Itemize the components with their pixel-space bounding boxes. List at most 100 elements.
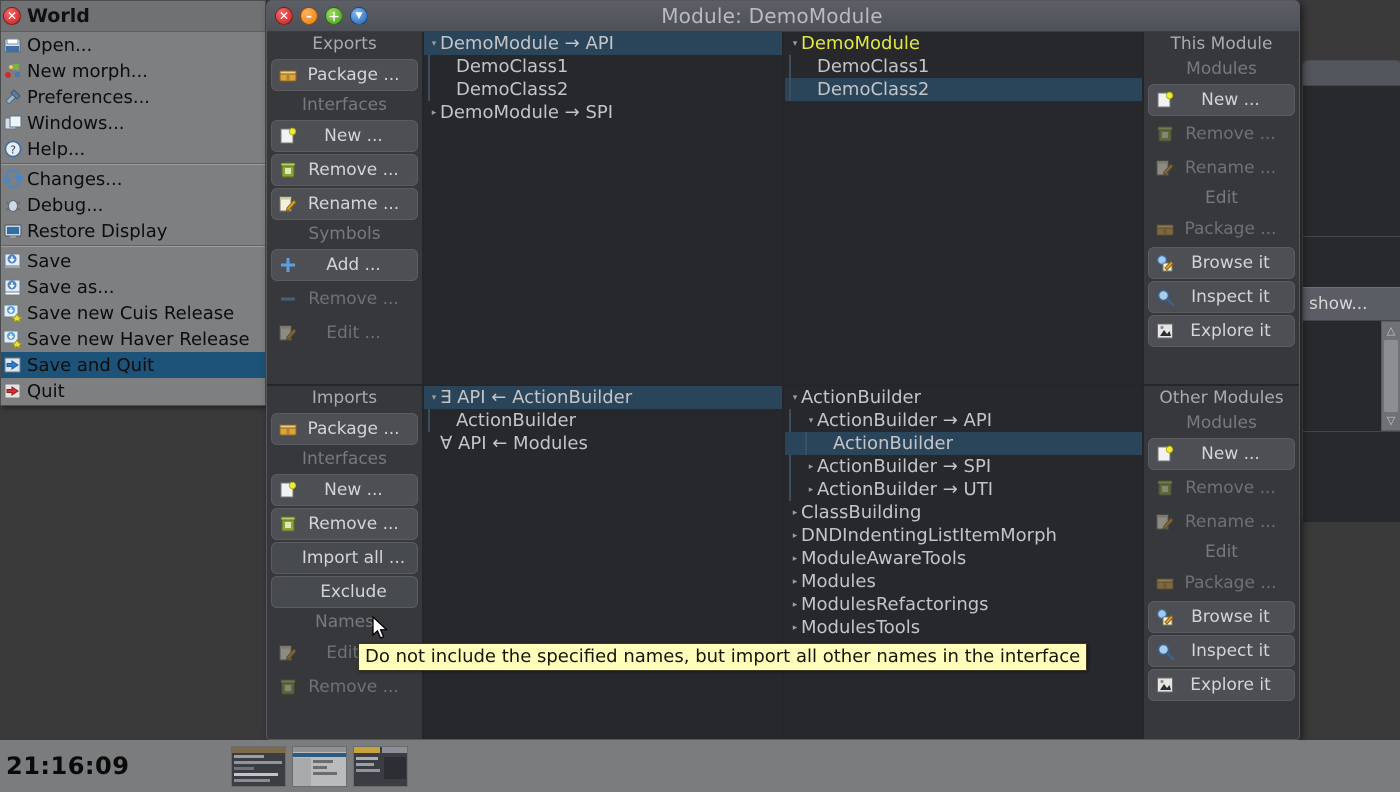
world-menu-item[interactable]: Open... <box>1 32 265 58</box>
chevron-right-icon[interactable]: ▸ <box>805 485 817 495</box>
module-window-titlebar[interactable]: ✕ – ＋ ▼ Module: DemoModule <box>267 1 1299 32</box>
remove-button: Remove ... <box>271 283 418 315</box>
add-button[interactable]: Add ... <box>271 249 418 281</box>
inspect-it-button[interactable]: Inspect it <box>1148 281 1295 313</box>
scroll-down-arrow[interactable]: ▽ <box>1382 412 1400 430</box>
tree-item[interactable]: ▸ ActionBuilder → UTI <box>785 478 1142 501</box>
tree-item-label: ModulesRefactorings <box>801 594 989 615</box>
tree-item[interactable]: DemoClass2 <box>785 78 1142 101</box>
explore-it-button[interactable]: Explore it <box>1148 669 1295 701</box>
world-menu-item[interactable]: Windows... <box>1 110 265 136</box>
new-button[interactable]: New ... <box>1148 84 1295 116</box>
rename-button[interactable]: Rename ... <box>271 188 418 220</box>
chevron-right-icon[interactable]: ▸ <box>789 577 801 587</box>
exports-tree[interactable]: ▾ DemoModule → API DemoClass1 DemoClass2 ▸ De… <box>424 32 782 384</box>
expand-icon[interactable]: ＋ <box>325 7 343 25</box>
remove-button[interactable]: Remove ... <box>271 508 418 540</box>
world-menu-title-row: ✕ World <box>1 1 265 32</box>
world-menu-item[interactable]: Save as... <box>1 274 265 300</box>
world-menu-item[interactable]: Debug... <box>1 192 265 218</box>
menu-icon[interactable]: ▼ <box>350 7 368 25</box>
chevron-down-icon[interactable]: ▾ <box>805 416 817 426</box>
tree-item[interactable]: ▾ DemoModule <box>785 32 1142 55</box>
tree-item[interactable]: ▸ ModulesRefactorings <box>785 593 1142 616</box>
background-window[interactable]: show... △ ▽ <box>1302 60 1400 522</box>
tree-item[interactable]: ▸ DNDIndentingListItemMorph <box>785 524 1142 547</box>
other-modules-tree[interactable]: ▾ ActionBuilder ▾ ActionBuilder → API Action… <box>785 386 1142 739</box>
new-button[interactable]: New ... <box>271 120 418 152</box>
world-menu-item[interactable]: New morph... <box>1 58 265 84</box>
browse-it-button[interactable]: Browse it <box>1148 247 1295 279</box>
tree-item[interactable]: ▾ DemoModule → API <box>424 32 782 55</box>
button-label: Rename ... <box>1184 512 1277 532</box>
package-button[interactable]: Package ... <box>271 59 418 91</box>
inspect-it-button[interactable]: Inspect it <box>1148 635 1295 667</box>
new-button[interactable]: New ... <box>1148 438 1295 470</box>
trash-icon <box>1157 126 1173 142</box>
world-menu-item[interactable]: Save and Quit <box>1 352 265 378</box>
chevron-down-icon[interactable]: ▾ <box>428 39 440 49</box>
exclude-button[interactable]: Exclude <box>271 576 418 608</box>
tree-item[interactable]: DemoClass2 <box>424 78 782 101</box>
close-icon[interactable]: ✕ <box>3 7 21 25</box>
chevron-right-icon[interactable]: ▸ <box>789 600 801 610</box>
chevron-right-icon[interactable]: ▸ <box>428 108 440 118</box>
tree-item[interactable]: ▾ ActionBuilder → API <box>785 409 1142 432</box>
tree-guide <box>789 478 791 501</box>
tree-item[interactable]: ▸ ModulesTools <box>785 616 1142 639</box>
chevron-down-icon[interactable]: ▾ <box>789 39 801 49</box>
tree-item[interactable]: ▸ ClassBuilding <box>785 501 1142 524</box>
this-module-tree[interactable]: ▾ DemoModule DemoClass1 DemoClass2 <box>785 32 1142 384</box>
chevron-down-icon[interactable]: ▾ <box>789 393 801 403</box>
tree-item[interactable]: ▸ ActionBuilder → SPI <box>785 455 1142 478</box>
remove-button[interactable]: Remove ... <box>271 154 418 186</box>
world-menu-item[interactable]: ? Help... <box>1 136 265 162</box>
tree-item[interactable]: DemoClass1 <box>785 55 1142 78</box>
world-menu-item[interactable]: Quit <box>1 378 265 404</box>
import-all-button[interactable]: Import all ... <box>271 542 418 574</box>
world-menu-item[interactable]: Preferences... <box>1 84 265 110</box>
taskbar-thumbnail-1[interactable] <box>231 745 287 787</box>
background-window-titlebar[interactable] <box>1303 61 1400 85</box>
chevron-down-icon[interactable]: ▾ <box>428 393 440 403</box>
world-menu-item[interactable]: Changes... <box>1 166 265 192</box>
taskbar-thumbnail-3[interactable] <box>353 745 409 787</box>
tree-item[interactable]: ▸ ModuleAwareTools <box>785 547 1142 570</box>
this-module-button-column: This Module Modules New ... Remove ... Renam… <box>1144 32 1299 384</box>
explore-it-button[interactable]: Explore it <box>1148 315 1295 347</box>
imports-tree[interactable]: ▾ ∃ API ← ActionBuilder ActionBuilder ∀ API… <box>424 386 782 739</box>
scroll-up-arrow[interactable]: △ <box>1382 322 1400 340</box>
chevron-right-icon[interactable]: ▸ <box>789 531 801 541</box>
browse-it-button[interactable]: Browse it <box>1148 601 1295 633</box>
collapse-icon[interactable]: – <box>300 7 318 25</box>
tree-item[interactable]: ▾ ∃ API ← ActionBuilder <box>424 386 782 409</box>
world-menu-item[interactable]: Save new Haver Release <box>1 326 265 352</box>
chevron-right-icon[interactable]: ▸ <box>789 623 801 633</box>
tree-item[interactable]: ActionBuilder <box>785 432 1142 455</box>
vertical-scrollbar[interactable]: △ ▽ <box>1381 321 1400 431</box>
tree-item[interactable]: ∀ API ← Modules <box>424 432 782 455</box>
tree-item[interactable]: ▸ Modules <box>785 570 1142 593</box>
module-window[interactable]: ✕ – ＋ ▼ Module: DemoModule Exports Packag… <box>266 0 1300 740</box>
button-label: Import all ... <box>301 548 406 568</box>
world-menu-item[interactable]: Save <box>1 248 265 274</box>
chevron-right-icon[interactable]: ▸ <box>789 554 801 564</box>
world-menu-item[interactable]: Restore Display <box>1 218 265 244</box>
button-label: Remove ... <box>308 677 399 697</box>
taskbar-thumbnail-2[interactable] <box>292 745 348 787</box>
world-menu[interactable]: ✕ World Open... New morph... Preferences..… <box>0 0 266 406</box>
tree-item[interactable]: ▾ ActionBuilder <box>785 386 1142 409</box>
close-icon[interactable]: ✕ <box>275 7 293 25</box>
scrollbar-thumb[interactable] <box>1384 340 1398 412</box>
world-menu-item[interactable]: Save new Cuis Release <box>1 300 265 326</box>
tree-item-label: ∀ API ← Modules <box>440 433 588 454</box>
show-button[interactable]: show... <box>1303 287 1400 320</box>
button-label: Rename ... <box>307 194 400 214</box>
new-button[interactable]: New ... <box>271 474 418 506</box>
tree-item[interactable]: ▸ DemoModule → SPI <box>424 101 782 124</box>
tree-item[interactable]: DemoClass1 <box>424 55 782 78</box>
package-button[interactable]: Package ... <box>271 413 418 445</box>
chevron-right-icon[interactable]: ▸ <box>805 462 817 472</box>
chevron-right-icon[interactable]: ▸ <box>789 508 801 518</box>
tree-item[interactable]: ActionBuilder <box>424 409 782 432</box>
